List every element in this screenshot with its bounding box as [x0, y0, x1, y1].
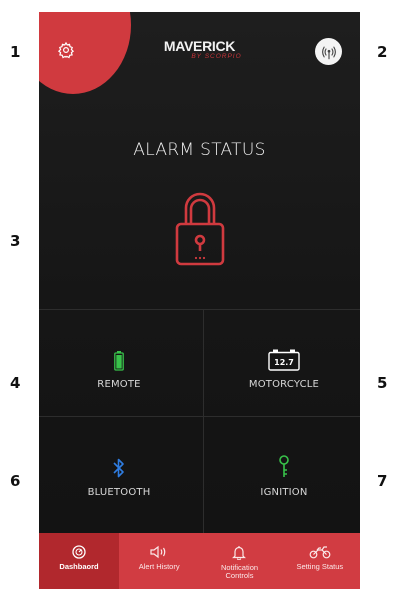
bell-icon	[232, 546, 247, 560]
status-cell-motorcycle[interactable]: 12.7 MOTORCYCLE	[204, 309, 360, 417]
tab-setting-status[interactable]: Setting Status	[280, 533, 360, 589]
logo-main-text: MAVERICK	[163, 38, 236, 54]
callout-2: 2	[377, 43, 388, 61]
padlock-icon[interactable]	[175, 190, 225, 268]
status-cell-remote[interactable]: REMOTE	[39, 309, 199, 417]
tab-dashboard-label: Dashbaord	[59, 562, 99, 571]
bluetooth-icon	[113, 458, 124, 478]
key-icon	[279, 455, 289, 477]
logo-sub-text: BY SCORPIO	[191, 53, 242, 60]
antenna-icon	[321, 46, 336, 59]
ignition-label: IGNITION	[260, 487, 308, 498]
settings-button[interactable]	[53, 37, 79, 63]
speedometer-icon	[72, 545, 86, 559]
callout-4: 4	[10, 374, 21, 392]
tab-dashboard[interactable]: Dashbaord	[39, 533, 119, 589]
battery-voltage: 12.7	[274, 358, 294, 367]
connection-button[interactable]	[315, 38, 342, 65]
tab-setting-status-label: Setting Status	[296, 562, 344, 571]
bottom-tab-bar: Dashbaord Alert History Notification Con…	[39, 533, 360, 589]
tab-notification-controls[interactable]: Notification Controls	[199, 533, 279, 589]
tab-alert-history[interactable]: Alert History	[119, 533, 199, 589]
status-cell-bluetooth[interactable]: BLUETOOTH	[39, 417, 199, 525]
tab-notification-controls-label: Notification Controls	[220, 563, 259, 580]
gear-icon	[57, 41, 75, 59]
status-grid: REMOTE 12.7 MOTORCYCLE BLUETOOTH IGNITIO…	[39, 309, 360, 533]
tab-alert-history-label: Alert History	[138, 562, 180, 571]
app-screen: MAVERICK BY SCORPIO ALARM STATUS REMOTE …	[39, 12, 360, 589]
speaker-icon	[150, 545, 166, 559]
remote-label: REMOTE	[97, 379, 141, 390]
motorcycle-label: MOTORCYCLE	[248, 379, 320, 390]
callout-3: 3	[10, 232, 21, 250]
battery-icon	[114, 351, 124, 371]
motorcycle-icon	[309, 546, 331, 559]
status-cell-ignition[interactable]: IGNITION	[204, 417, 360, 525]
callout-1: 1	[10, 43, 21, 61]
callout-5: 5	[377, 374, 388, 392]
callout-6: 6	[10, 472, 21, 490]
brand-logo: MAVERICK BY SCORPIO	[137, 38, 262, 68]
callout-7: 7	[377, 472, 388, 490]
bluetooth-label: BLUETOOTH	[87, 487, 151, 498]
alarm-status-title: ALARM STATUS	[133, 140, 266, 160]
car-battery-icon: 12.7	[268, 349, 300, 371]
